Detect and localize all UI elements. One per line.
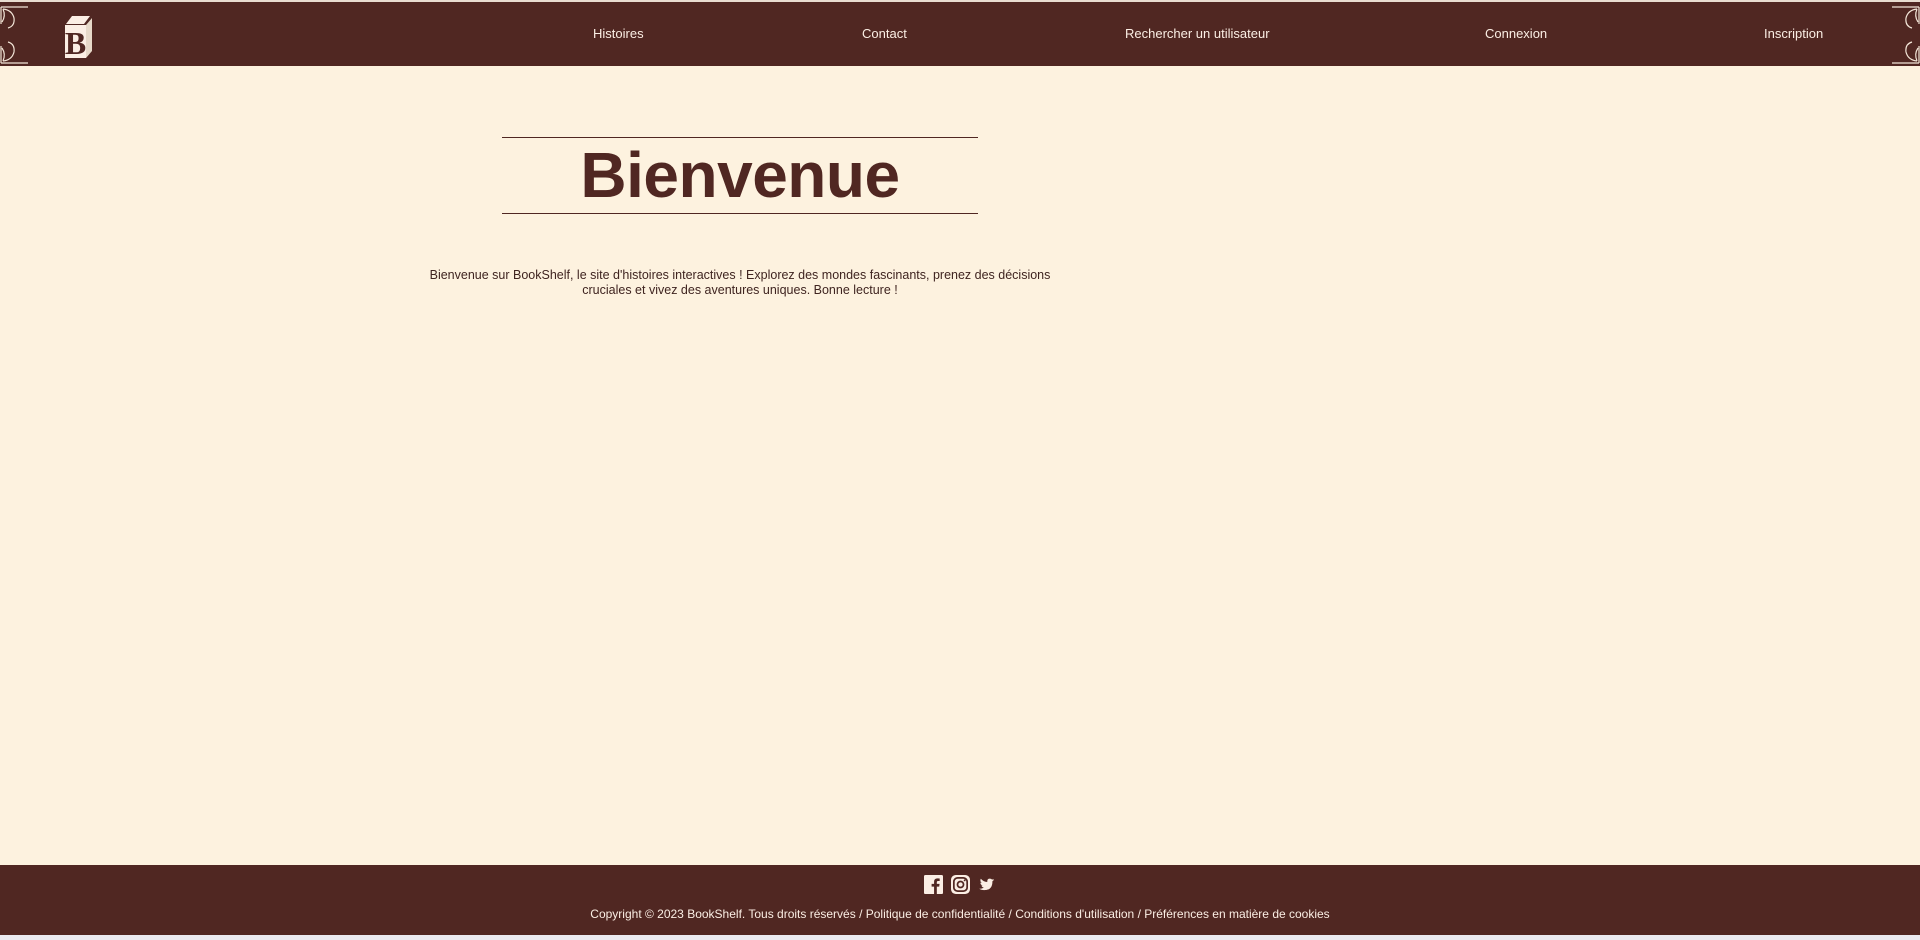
cookie-preferences-link[interactable]: Préférences en matière de cookies xyxy=(1144,907,1329,921)
page: B Histoires Contact Rechercher un utilis… xyxy=(0,0,1920,935)
nav-item-connexion[interactable]: Connexion xyxy=(1485,26,1547,41)
corner-ornament-right-icon xyxy=(1892,6,1920,64)
intro-text: Bienvenue sur BookShelf, le site d'histo… xyxy=(429,268,1051,297)
separator: / xyxy=(1134,907,1145,921)
copyright-text: Copyright © 2023 BookShelf. Tous droits … xyxy=(590,907,856,921)
book-b-logo-icon[interactable]: B xyxy=(62,14,96,60)
instagram-icon[interactable] xyxy=(950,875,970,894)
site-header: B Histoires Contact Rechercher un utilis… xyxy=(0,0,1920,66)
site-footer: Copyright © 2023 BookShelf. Tous droits … xyxy=(0,865,1920,935)
footer-legal: Copyright © 2023 BookShelf. Tous droits … xyxy=(0,907,1920,921)
page-title-block: Bienvenue xyxy=(502,137,978,214)
corner-ornament-left-icon xyxy=(0,6,28,64)
separator: / xyxy=(855,907,866,921)
nav-item-rechercher-utilisateur[interactable]: Rechercher un utilisateur xyxy=(1125,26,1270,41)
twitter-icon[interactable] xyxy=(978,875,997,894)
nav-item-histoires[interactable]: Histoires xyxy=(593,26,644,41)
svg-text:B: B xyxy=(65,25,86,60)
nav-item-inscription[interactable]: Inscription xyxy=(1764,26,1823,41)
privacy-policy-link[interactable]: Politique de confidentialité xyxy=(866,907,1005,921)
nav-item-contact[interactable]: Contact xyxy=(862,26,907,41)
page-title: Bienvenue xyxy=(580,139,900,211)
social-links xyxy=(0,875,1920,894)
separator: / xyxy=(1005,907,1016,921)
terms-of-use-link[interactable]: Conditions d'utilisation xyxy=(1015,907,1134,921)
facebook-icon[interactable] xyxy=(923,875,943,894)
